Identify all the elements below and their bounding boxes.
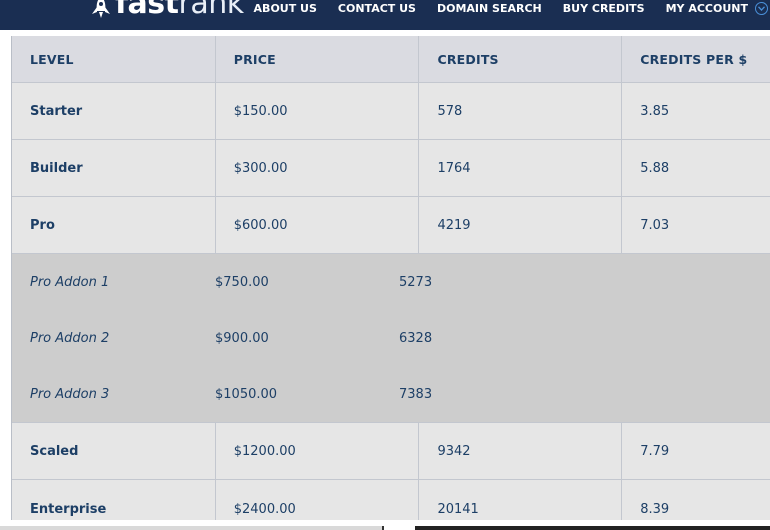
nav-domain-search[interactable]: DOMAIN SEARCH (437, 2, 542, 15)
table-row: Starter $150.00 578 3.85 (12, 83, 770, 140)
main-nav: ABOUT US CONTACT US DOMAIN SEARCH BUY CR… (233, 0, 770, 16)
addon-row: Pro Addon 2 $900.00 6328 (12, 310, 770, 366)
table-header-row: LEVEL PRICE CREDITS CREDITS PER $ (12, 36, 770, 83)
price-cell: $150.00 (216, 83, 420, 139)
credits-cell: 4219 (419, 197, 623, 253)
column-header-level: LEVEL (12, 36, 216, 82)
table-row: Scaled $1200.00 9342 7.79 (12, 423, 770, 480)
table-row: Pro $600.00 4219 7.03 (12, 197, 770, 254)
addon-price: $900.00 (215, 330, 269, 346)
nav-my-account[interactable]: MY ACCOUNT (666, 2, 748, 15)
addon-level: Pro Addon 1 (30, 274, 110, 290)
addon-section: Pro Addon 1 $750.00 5273 Pro Addon 2 $90… (12, 254, 770, 423)
addon-row: Pro Addon 1 $750.00 5273 (12, 254, 770, 310)
rocket-icon (92, 0, 110, 18)
credits-per-dollar-cell: 7.79 (640, 443, 670, 459)
pricing-table: LEVEL PRICE CREDITS CREDITS PER $ Starte… (11, 36, 770, 526)
level-cell: Pro (12, 197, 216, 253)
addon-level: Pro Addon 3 (30, 386, 110, 402)
bottom-edge-segment-dark (415, 526, 770, 530)
addon-price: $750.00 (215, 274, 269, 290)
credits-cell: 9342 (419, 423, 623, 479)
credits-cell: 1764 (419, 140, 623, 196)
addon-price: $1050.00 (215, 386, 278, 402)
credits-per-dollar-cell: 7.03 (640, 217, 670, 233)
level-cell: Builder (12, 140, 216, 196)
column-header-credits-per-dollar: CREDITS PER $ (640, 51, 748, 67)
bottom-edge (0, 520, 770, 530)
nav-about-us[interactable]: ABOUT US (254, 2, 317, 15)
column-header-price: PRICE (216, 36, 420, 82)
price-cell: $1200.00 (216, 423, 420, 479)
addon-credits: 7383 (399, 386, 433, 402)
column-header-credits: CREDITS (419, 36, 623, 82)
addon-level: Pro Addon 2 (30, 330, 110, 346)
credits-per-dollar-cell: 3.85 (640, 103, 670, 119)
credits-per-dollar-cell: 5.88 (640, 160, 670, 176)
price-cell: $300.00 (216, 140, 420, 196)
addon-row: Pro Addon 3 $1050.00 7383 (12, 366, 770, 422)
table-row: Builder $300.00 1764 5.88 (12, 140, 770, 197)
logo-text: fastrank (115, 0, 244, 21)
bottom-edge-segment (0, 526, 382, 530)
top-navbar: fastrank ABOUT US CONTACT US DOMAIN SEAR… (0, 0, 770, 30)
credits-cell: 578 (419, 83, 623, 139)
price-cell: $600.00 (216, 197, 420, 253)
nav-buy-credits[interactable]: BUY CREDITS (563, 2, 645, 15)
chevron-down-circle-icon[interactable] (755, 1, 768, 15)
level-cell: Starter (12, 83, 216, 139)
bottom-edge-divider (382, 526, 384, 530)
level-cell: Scaled (12, 423, 216, 479)
site-logo[interactable]: fastrank (90, 0, 244, 19)
addon-credits: 6328 (399, 330, 433, 346)
nav-contact-us[interactable]: CONTACT US (338, 2, 416, 15)
addon-credits: 5273 (399, 274, 433, 290)
